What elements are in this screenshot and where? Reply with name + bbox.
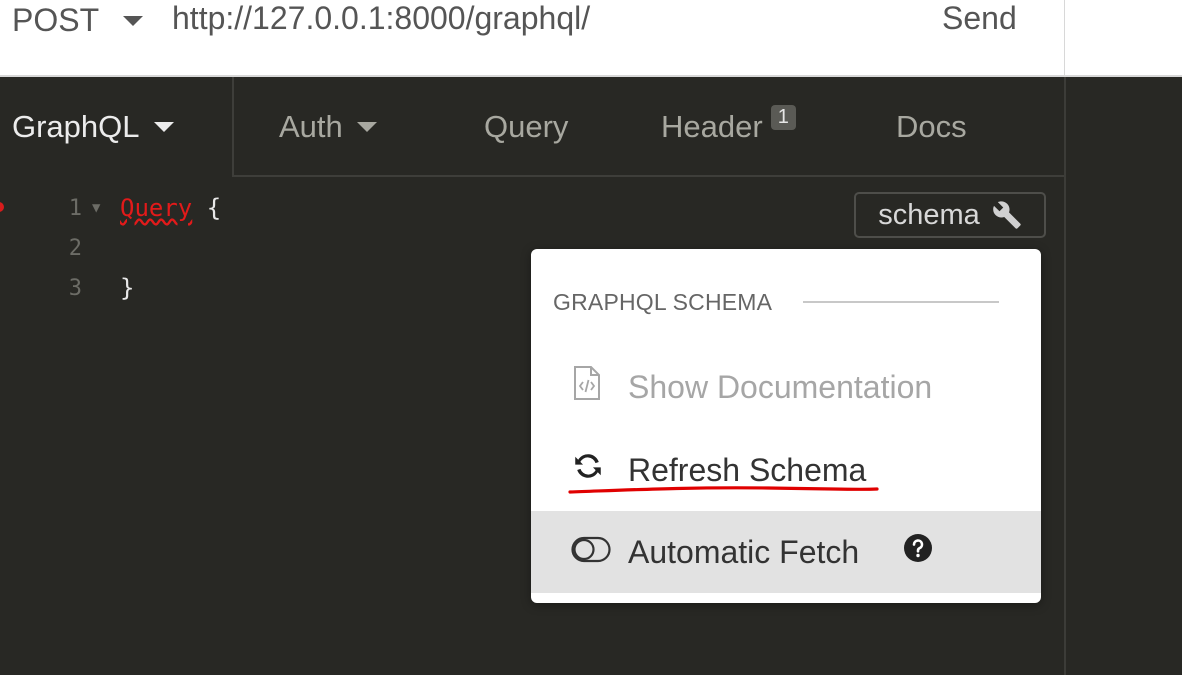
response-header: [1064, 0, 1182, 77]
menu-item-show-documentation[interactable]: Show Documentation: [531, 346, 1041, 428]
menu-item-label: Automatic Fetch: [628, 533, 860, 570]
schema-dropdown-menu: GRAPHQL SCHEMA Show Documentation Refres…: [531, 249, 1041, 603]
wrench-icon: [992, 201, 1021, 229]
tab-label: Docs: [896, 109, 967, 144]
tab-divider: [232, 77, 234, 177]
schema-button-label: schema: [878, 198, 980, 231]
method-select[interactable]: POST: [12, 2, 144, 39]
tab-body-type[interactable]: GraphQL: [12, 77, 174, 177]
file-code-icon: [571, 365, 603, 409]
menu-item-label: Show Documentation: [628, 368, 933, 405]
method-label: POST: [12, 2, 100, 38]
tab-label: Auth: [279, 109, 343, 144]
tab-label: Header: [661, 109, 763, 144]
header-count-badge: 1: [770, 104, 796, 130]
response-pane: [1064, 77, 1182, 675]
code-text: Query {: [120, 194, 221, 222]
line-number: 2: [68, 235, 82, 261]
tab-docs[interactable]: Docs: [896, 77, 967, 177]
code-text: }: [120, 274, 135, 302]
caret-down-icon: [123, 15, 144, 26]
tab-label: GraphQL: [12, 109, 140, 144]
tab-label: Query: [484, 109, 569, 144]
line-number: 3: [68, 275, 82, 301]
menu-item-label: Refresh Schema: [628, 451, 867, 488]
line-number: 1: [68, 195, 82, 221]
tab-header[interactable]: Header 1: [661, 77, 796, 177]
send-button[interactable]: Send: [942, 0, 1017, 37]
menu-item-automatic-fetch[interactable]: Automatic Fetch: [531, 511, 1041, 593]
schema-button[interactable]: schema: [854, 192, 1046, 238]
tab-underline: [234, 175, 1064, 177]
code-rest: {: [192, 194, 222, 222]
request-tabs: GraphQL Auth Query Header 1 Docs: [0, 77, 1064, 177]
error-marker-icon: [0, 202, 4, 212]
menu-item-refresh-schema[interactable]: Refresh Schema: [531, 429, 1041, 511]
toggle-off-icon: [571, 534, 611, 571]
tab-query[interactable]: Query: [484, 77, 568, 177]
divider: [803, 301, 999, 303]
annotation-underline: [568, 486, 879, 494]
question-circle-icon[interactable]: [903, 533, 933, 571]
fold-arrow-icon[interactable]: ▼: [92, 200, 100, 216]
caret-down-icon: [153, 122, 174, 132]
tab-auth[interactable]: Auth: [279, 77, 377, 177]
caret-down-icon: [356, 122, 377, 132]
dropdown-header: GRAPHQL SCHEMA: [553, 289, 773, 315]
code-keyword: Query: [120, 194, 193, 222]
url-bar: POST http://127.0.0.1:8000/graphql/ Send: [0, 0, 1064, 77]
url-input[interactable]: http://127.0.0.1:8000/graphql/: [172, 0, 590, 37]
